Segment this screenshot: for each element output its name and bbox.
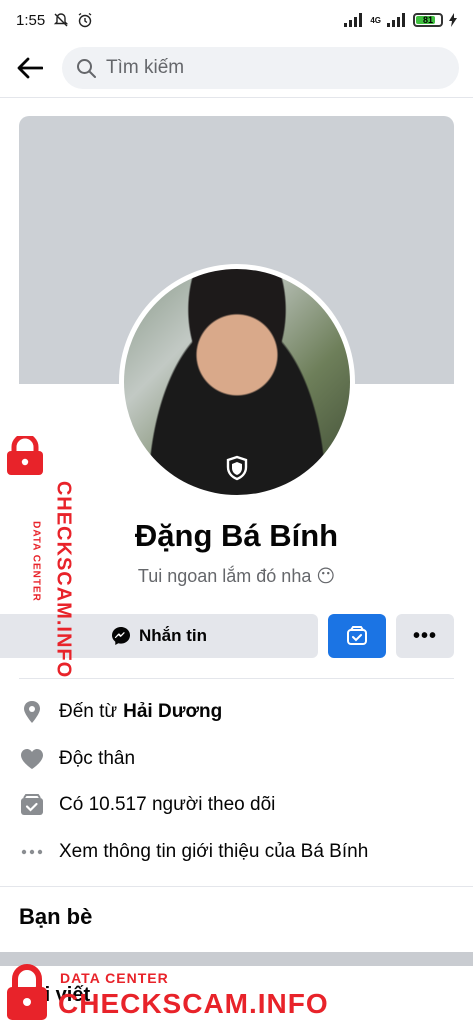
watermark-bottom: DATA CENTER CHECKSCAM.INFO	[2, 962, 328, 1024]
location-pin-icon	[19, 699, 45, 725]
alarm-icon	[78, 12, 92, 28]
battery-indicator: 81	[413, 13, 443, 27]
top-divider	[0, 97, 473, 98]
charging-icon	[449, 13, 457, 27]
info-followers[interactable]: Có 10.517 người theo dõi	[19, 790, 459, 820]
profile-picture-frame[interactable]	[119, 264, 355, 500]
status-time: 1:55	[16, 11, 46, 29]
watermark-side: DATA CENTER CHECKSCAM.INFO	[0, 436, 75, 678]
more-options-icon: •••	[412, 624, 437, 647]
profile-guard-shield-icon	[226, 455, 248, 481]
padlock-icon-bottom	[7, 964, 47, 1020]
info-see-more[interactable]: Xem thông tin giới thiệu của Bá Bính	[19, 837, 459, 867]
followers-count: Có 10.517 người theo dõi	[59, 794, 276, 815]
watermark-bottom-main: CHECKSCAM.INFO	[58, 988, 329, 1019]
mute-notifications-icon	[54, 13, 69, 27]
heart-icon	[19, 746, 45, 772]
search-placeholder: Tìm kiếm	[106, 57, 185, 78]
status-bar: 1:55 4G 81	[0, 0, 473, 40]
padlock-icon	[7, 436, 43, 475]
hometown-place[interactable]: Hải Dương	[123, 701, 222, 723]
back-button[interactable]	[14, 52, 46, 84]
followers-icon	[19, 792, 45, 818]
watermark-bottom-sub: DATA CENTER	[60, 970, 169, 986]
actions-divider	[19, 678, 454, 679]
signal-icon-2	[387, 13, 405, 27]
top-bar: Tìm kiếm	[0, 40, 473, 96]
watermark-main-text: CHECKSCAM.INFO	[52, 480, 75, 679]
hometown-prefix: Đến từ	[59, 701, 118, 722]
followed-check-icon	[347, 626, 367, 645]
follow-page-button[interactable]	[328, 614, 386, 658]
more-options-button[interactable]: •••	[396, 614, 454, 658]
back-arrow-icon	[17, 57, 43, 79]
relationship-status: Độc thân	[59, 748, 136, 769]
signal-icon	[344, 13, 363, 27]
search-input[interactable]: Tìm kiếm	[62, 47, 459, 89]
battery-level: 81	[422, 15, 433, 25]
info-divider	[0, 886, 473, 887]
avatar[interactable]	[124, 269, 350, 495]
search-icon	[77, 59, 96, 78]
message-button-label: Nhắn tin	[139, 626, 207, 645]
network-type: 4G	[370, 15, 381, 25]
info-relationship: Độc thân	[19, 744, 459, 774]
messenger-icon	[112, 627, 130, 645]
watermark-sub-text: DATA CENTER	[30, 521, 42, 602]
friends-section-title[interactable]: Bạn bè	[19, 904, 92, 930]
info-hometown[interactable]: Đến từ Hải Dương	[19, 697, 459, 727]
ellipsis-icon	[19, 839, 45, 865]
see-more-about: Xem thông tin giới thiệu của Bá Bính	[59, 841, 369, 862]
